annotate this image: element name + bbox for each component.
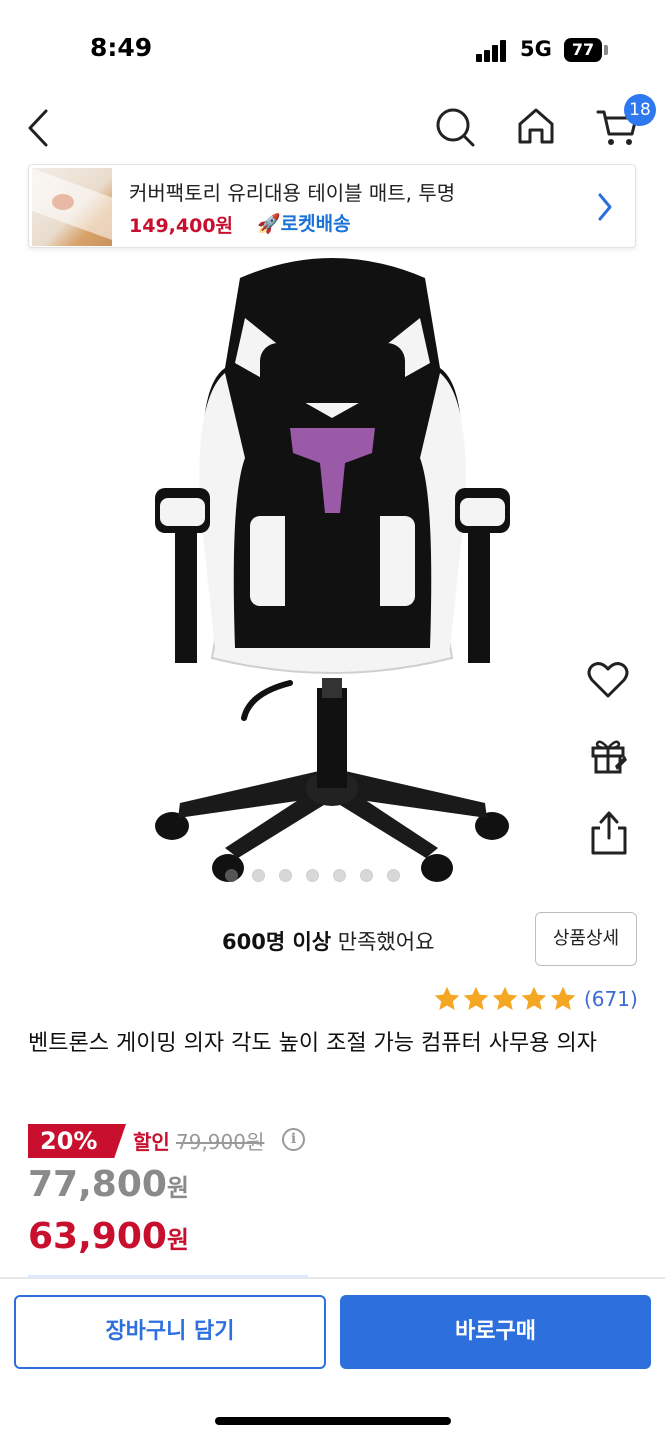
discount-label: 할인 [133,1130,170,1154]
product-detail-button[interactable]: 상품상세 [535,912,637,966]
buy-now-button[interactable]: 바로구매 [340,1295,651,1369]
banner-thumbnail [32,168,112,246]
battery-icon: 77 [564,38,602,62]
rating-stars[interactable]: (671) [433,984,638,1014]
status-time: 8:49 [90,33,153,62]
banner-title: 커버팩토리 유리대용 테이블 매트, 투명 [129,181,456,205]
star-icon [434,986,460,1010]
search-icon[interactable] [434,106,476,148]
home-indicator[interactable] [215,1417,451,1425]
status-bar: 8:49 5G 77 [0,0,665,100]
rocket-delivery-badge: 🚀로켓배송 [257,213,351,235]
product-title: 벤트론스 게이밍 의자 각도 높이 조절 가능 컴퓨터 사무용 의자 [28,1031,597,1056]
pager-dot[interactable] [225,869,238,882]
signal-icon [476,40,508,62]
add-to-cart-button[interactable]: 장바구니 담기 [14,1295,326,1369]
final-price-value: 63,900 [28,1216,167,1257]
star-icon [463,986,489,1010]
discount-rate-badge: 20% [28,1124,126,1158]
image-pager[interactable] [225,866,425,886]
gift-icon[interactable] [589,736,629,776]
battery-tip [604,45,608,55]
pager-dot[interactable] [279,869,292,882]
pager-dot[interactable] [306,869,319,882]
recent-product-banner[interactable]: 커버팩토리 유리대용 테이블 매트, 투명 149,400원 🚀로켓배송 [28,164,636,248]
star-icon [521,986,547,1010]
currency-unit: 원 [166,1226,190,1254]
currency-unit: 원 [166,1174,190,1202]
star-icon [550,986,576,1010]
pager-dot[interactable] [387,869,400,882]
review-count[interactable]: (671) [584,987,638,1011]
satisfaction-count: 600명 이상 [222,930,332,954]
pager-dot[interactable] [360,869,373,882]
star-icon [492,986,518,1010]
price-before-coupon-value: 77,800 [28,1164,167,1205]
satisfaction-suffix: 만족했어요 [331,930,435,954]
final-price: 63,900원 [28,1216,189,1257]
original-price: 79,900원 [176,1130,265,1154]
back-arrow-icon[interactable] [26,108,52,148]
home-icon[interactable] [516,106,556,146]
heart-icon[interactable] [586,660,630,700]
product-image[interactable] [140,248,525,898]
price-before-coupon: 77,800원 [28,1164,189,1205]
bottom-bar-accent [28,1275,308,1278]
satisfaction-text: 600명 이상 만족했어요 [222,926,434,956]
cart-count-badge: 18 [624,94,656,126]
info-icon[interactable]: i [282,1128,305,1151]
banner-price: 149,400원 [129,215,234,237]
pager-dot[interactable] [333,869,346,882]
share-icon[interactable] [590,810,628,856]
pager-dot[interactable] [252,869,265,882]
chevron-right-icon [598,193,612,221]
network-label: 5G [520,37,552,61]
